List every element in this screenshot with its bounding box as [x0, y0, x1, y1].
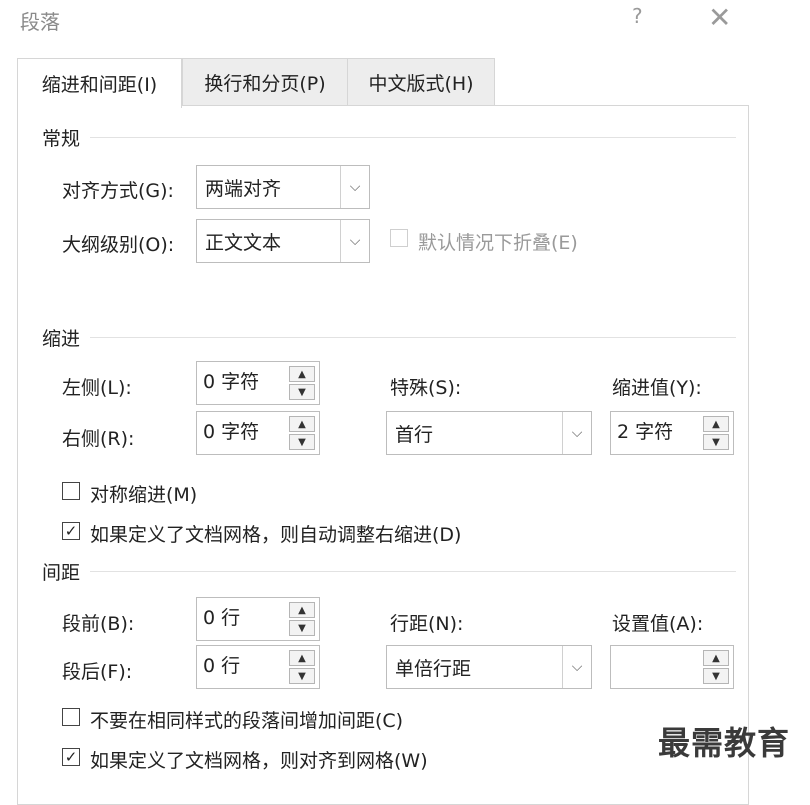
- space-before-spinner[interactable]: 0 行 ▲ ▼: [196, 597, 320, 641]
- line-spacing-value: 单倍行距: [395, 657, 472, 680]
- snap-to-grid-label: 如果定义了文档网格，则对齐到网格(W): [90, 750, 428, 772]
- chevron-down-icon: ⌵: [340, 166, 369, 208]
- space-after-spinner[interactable]: 0 行 ▲ ▼: [196, 645, 320, 689]
- checkmark-icon: ✓: [64, 521, 78, 540]
- general-heading: 常规: [42, 128, 81, 150]
- indent-by-value: 2 字符: [617, 421, 674, 443]
- space-after-value: 0 行: [203, 655, 241, 677]
- outline-level-value: 正文文本: [205, 231, 282, 254]
- mirror-indents-checkbox[interactable]: [62, 482, 80, 500]
- left-indent-label: 左侧(L):: [62, 377, 132, 399]
- snap-to-grid-checkbox[interactable]: ✓: [62, 748, 80, 766]
- space-before-value: 0 行: [203, 607, 241, 629]
- general-divider: [90, 137, 736, 138]
- collapse-label: 默认情况下折叠(E): [418, 232, 578, 254]
- spin-up-icon[interactable]: ▲: [703, 650, 729, 666]
- alignment-label: 对齐方式(G):: [62, 180, 174, 202]
- spin-down-icon[interactable]: ▼: [703, 434, 729, 450]
- spin-up-icon[interactable]: ▲: [289, 602, 315, 618]
- tab-asian-typography-label: 中文版式(H): [368, 72, 474, 95]
- spin-up-icon[interactable]: ▲: [289, 416, 315, 432]
- tab-line-page-breaks-label: 换行和分页(P): [204, 72, 326, 95]
- line-spacing-label: 行距(N):: [390, 613, 464, 635]
- close-button[interactable]: ✕: [708, 0, 731, 36]
- no-space-same-style-checkbox[interactable]: [62, 708, 80, 726]
- help-button[interactable]: ?: [632, 4, 643, 28]
- chevron-down-icon: ⌵: [562, 646, 591, 688]
- outline-level-select[interactable]: 正文文本 ⌵: [196, 219, 370, 263]
- spin-down-icon[interactable]: ▼: [289, 434, 315, 450]
- indent-by-label: 缩进值(Y):: [612, 377, 702, 399]
- spin-down-icon[interactable]: ▼: [703, 668, 729, 684]
- collapse-checkbox[interactable]: [390, 229, 408, 247]
- right-indent-spinner[interactable]: 0 字符 ▲ ▼: [196, 411, 320, 455]
- at-spinner[interactable]: ▲ ▼: [610, 645, 734, 689]
- spacing-divider: [90, 571, 736, 572]
- auto-adjust-checkbox[interactable]: ✓: [62, 522, 80, 540]
- indentation-heading: 缩进: [42, 328, 81, 350]
- right-indent-label: 右侧(R):: [62, 428, 135, 450]
- dialog-title: 段落: [20, 10, 60, 34]
- tab-indents-spacing[interactable]: 缩进和间距(I): [17, 58, 182, 108]
- at-label: 设置值(A):: [612, 613, 704, 635]
- special-label: 特殊(S):: [390, 377, 462, 399]
- checkmark-icon: ✓: [64, 747, 78, 766]
- spin-down-icon[interactable]: ▼: [289, 668, 315, 684]
- alignment-value: 两端对齐: [205, 177, 282, 200]
- auto-adjust-label: 如果定义了文档网格，则自动调整右缩进(D): [90, 524, 462, 546]
- tab-line-page-breaks[interactable]: 换行和分页(P): [182, 58, 348, 106]
- indentation-divider: [90, 337, 736, 338]
- spin-down-icon[interactable]: ▼: [289, 620, 315, 636]
- spin-up-icon[interactable]: ▲: [289, 366, 315, 382]
- spin-down-icon[interactable]: ▼: [289, 384, 315, 400]
- tab-indents-spacing-label: 缩进和间距(I): [41, 74, 158, 96]
- chevron-down-icon: ⌵: [562, 412, 591, 454]
- space-after-label: 段后(F):: [62, 661, 133, 683]
- right-indent-value: 0 字符: [203, 421, 260, 443]
- no-space-same-style-label: 不要在相同样式的段落间增加间距(C): [90, 710, 404, 732]
- outline-level-label: 大纲级别(O):: [62, 234, 175, 256]
- left-indent-spinner[interactable]: 0 字符 ▲ ▼: [196, 361, 320, 405]
- chevron-down-icon: ⌵: [340, 220, 369, 262]
- left-indent-value: 0 字符: [203, 371, 260, 393]
- special-value: 首行: [395, 423, 434, 446]
- indent-by-spinner[interactable]: 2 字符 ▲ ▼: [610, 411, 734, 455]
- mirror-indents-label: 对称缩进(M): [90, 484, 198, 506]
- space-before-label: 段前(B):: [62, 613, 135, 635]
- alignment-select[interactable]: 两端对齐 ⌵: [196, 165, 370, 209]
- tab-asian-typography[interactable]: 中文版式(H): [347, 58, 495, 106]
- watermark-text: 最需教育: [658, 724, 791, 762]
- special-select[interactable]: 首行 ⌵: [386, 411, 592, 455]
- line-spacing-select[interactable]: 单倍行距 ⌵: [386, 645, 592, 689]
- spin-up-icon[interactable]: ▲: [289, 650, 315, 666]
- spin-up-icon[interactable]: ▲: [703, 416, 729, 432]
- spacing-heading: 间距: [42, 562, 81, 584]
- tab-panel: [17, 105, 749, 805]
